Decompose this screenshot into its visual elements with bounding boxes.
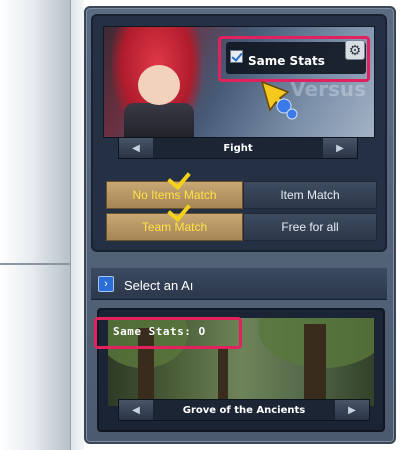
mode-selector: Fight ◀ ▶ [118, 137, 358, 159]
character-armor [124, 103, 194, 137]
same-stats-highlight [218, 36, 370, 82]
triangle-left-icon[interactable]: ◀ [119, 400, 153, 420]
free-for-all-button[interactable]: Free for all [243, 213, 377, 241]
triangle-left-icon[interactable]: ◀ [119, 138, 153, 158]
mode-name: Fight [223, 142, 253, 154]
ai-section-title: Select an Aı [124, 278, 194, 293]
free-for-all-label: Free for all [281, 220, 339, 234]
cursor-icon [260, 80, 298, 120]
triangle-right-icon[interactable]: ▶ [335, 400, 369, 420]
item-match-label: Item Match [280, 188, 340, 202]
panel-edge [70, 0, 84, 450]
team-match-label: Team Match [141, 220, 208, 234]
sidebar-divider [0, 263, 70, 265]
tree-trunk [304, 324, 326, 406]
no-items-match-label: No Items Match [132, 188, 217, 202]
item-match-button[interactable]: Item Match [243, 181, 377, 209]
character-face [138, 65, 180, 105]
left-sidebar-strip [0, 0, 70, 450]
triangle-right-icon[interactable]: ▶ [323, 138, 357, 158]
map-name: Grove of the Ancients [182, 404, 306, 416]
same-stats-count-highlight [94, 317, 242, 349]
tree-trunk [218, 348, 228, 406]
chevron-right-icon: › [98, 276, 114, 292]
map-selector: Grove of the Ancients ◀ ▶ [118, 399, 370, 421]
